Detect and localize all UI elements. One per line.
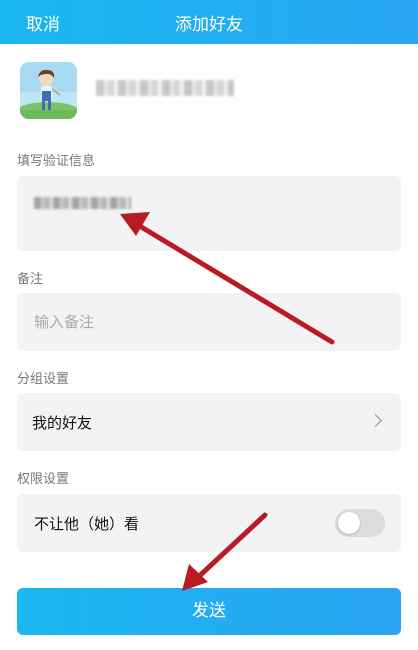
avatar	[20, 62, 77, 119]
remark-label: 备注	[17, 272, 44, 287]
permission-label: 权限设置	[17, 472, 70, 487]
group-selector[interactable]: 我的好友	[17, 393, 401, 451]
nickname-blurred	[96, 80, 234, 96]
page-title: 添加好友	[175, 15, 243, 35]
remark-field-container	[17, 293, 401, 351]
verify-message-blurred	[34, 197, 131, 209]
verify-message-field[interactable]	[17, 176, 401, 251]
group-value: 我的好友	[32, 414, 93, 432]
remark-input[interactable]	[17, 293, 401, 351]
chevron-right-icon	[369, 414, 382, 427]
hide-from-label: 不让他（她）看	[34, 515, 140, 533]
top-bar: 取消 添加好友	[0, 0, 418, 44]
permission-row: 不让他（她）看	[17, 494, 401, 552]
group-label: 分组设置	[17, 372, 70, 387]
verify-label: 填写验证信息	[17, 154, 96, 169]
hide-from-toggle[interactable]	[335, 509, 385, 537]
send-button[interactable]: 发送	[17, 588, 401, 635]
toggle-knob	[338, 512, 360, 534]
